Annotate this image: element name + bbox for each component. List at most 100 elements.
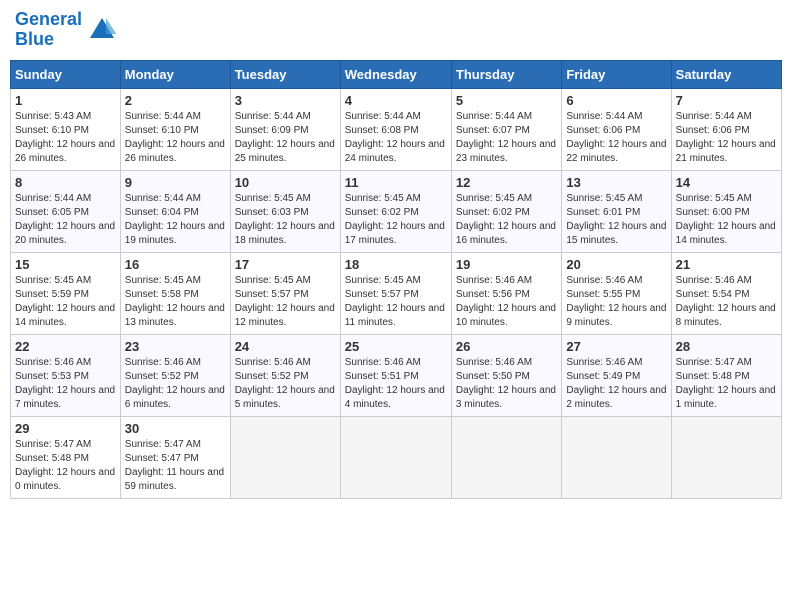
day-cell-8: 8 Sunrise: 5:44 AMSunset: 6:05 PMDaylight…: [11, 170, 121, 252]
day-num: 15: [15, 257, 116, 272]
day-info: Sunrise: 5:46 AMSunset: 5:52 PMDaylight:…: [125, 357, 225, 410]
day-num: 22: [15, 339, 116, 354]
day-cell-21: 21Sunrise: 5:46 AMSunset: 5:54 PMDayligh…: [671, 252, 781, 334]
weekday-header-sunday: Sunday: [11, 60, 121, 88]
day-cell-6: 6Sunrise: 5:44 AMSunset: 6:06 PMDaylight…: [562, 88, 671, 170]
day-info: Sunrise: 5:45 AMSunset: 5:57 PMDaylight:…: [235, 275, 335, 328]
day-info: Sunrise: 5:45 AMSunset: 5:57 PMDaylight:…: [345, 275, 445, 328]
day-num: 30: [125, 421, 226, 436]
day-num: 26: [456, 339, 557, 354]
day-cell-30: 30 Sunrise: 5:47 AMSunset: 5:47 PMDayligh…: [120, 416, 230, 498]
day-num: 10: [235, 175, 336, 190]
day-info: Sunrise: 5:45 AMSunset: 6:02 PMDaylight:…: [456, 193, 556, 246]
day-info: Sunrise: 5:46 AMSunset: 5:51 PMDaylight:…: [345, 357, 445, 410]
day-num: 25: [345, 339, 447, 354]
day-info: Sunrise: 5:47 AMSunset: 5:48 PMDaylight:…: [676, 357, 776, 410]
day-num: 4: [345, 93, 447, 108]
day-num: 2: [125, 93, 226, 108]
day-info: Sunrise: 5:43 AMSunset: 6:10 PMDaylight:…: [15, 111, 115, 164]
logo-general: General: [15, 9, 82, 29]
day-cell-15: 15 Sunrise: 5:45 AMSunset: 5:59 PMDayligh…: [11, 252, 121, 334]
empty-cell: [671, 416, 781, 498]
weekday-header-tuesday: Tuesday: [230, 60, 340, 88]
day-cell-7: 7 Sunrise: 5:44 AMSunset: 6:06 PMDaylight…: [671, 88, 781, 170]
day-num: 14: [676, 175, 777, 190]
day-info: Sunrise: 5:46 AMSunset: 5:52 PMDaylight:…: [235, 357, 335, 410]
day-cell-17: 17 Sunrise: 5:45 AMSunset: 5:57 PMDayligh…: [230, 252, 340, 334]
day-cell-16: 16 Sunrise: 5:45 AMSunset: 5:58 PMDayligh…: [120, 252, 230, 334]
day-info: Sunrise: 5:46 AMSunset: 5:56 PMDaylight:…: [456, 275, 556, 328]
day-cell-10: 10 Sunrise: 5:45 AMSunset: 6:03 PMDayligh…: [230, 170, 340, 252]
weekday-header-friday: Friday: [562, 60, 671, 88]
day-cell-1: 1 Sunrise: 5:43 AMSunset: 6:10 PMDaylight…: [11, 88, 121, 170]
day-cell-20: 20 Sunrise: 5:46 AMSunset: 5:55 PMDayligh…: [562, 252, 671, 334]
day-cell-13: 13 Sunrise: 5:45 AMSunset: 6:01 PMDayligh…: [562, 170, 671, 252]
day-info: Sunrise: 5:46 AMSunset: 5:49 PMDaylight:…: [566, 357, 666, 410]
day-cell-4: 4 Sunrise: 5:44 AMSunset: 6:08 PMDaylight…: [340, 88, 451, 170]
day-info: Sunrise: 5:44 AMSunset: 6:04 PMDaylight:…: [125, 193, 225, 246]
day-info: Sunrise: 5:44 AMSunset: 6:06 PMDaylight:…: [676, 111, 776, 164]
day-num: 12: [456, 175, 557, 190]
day-info: Sunrise: 5:45 AMSunset: 6:02 PMDaylight:…: [345, 193, 445, 246]
day-num: 8: [15, 175, 116, 190]
empty-cell: [562, 416, 671, 498]
day-cell-12: 12 Sunrise: 5:45 AMSunset: 6:02 PMDayligh…: [451, 170, 561, 252]
day-info: Sunrise: 5:44 AMSunset: 6:08 PMDaylight:…: [345, 111, 445, 164]
day-num: 6: [566, 93, 666, 108]
day-info: Sunrise: 5:45 AMSunset: 6:00 PMDaylight:…: [676, 193, 776, 246]
day-num: 19: [456, 257, 557, 272]
day-cell-28: 28 Sunrise: 5:47 AMSunset: 5:48 PMDayligh…: [671, 334, 781, 416]
day-num: 20: [566, 257, 666, 272]
day-info: Sunrise: 5:44 AMSunset: 6:05 PMDaylight:…: [15, 193, 115, 246]
day-num: 16: [125, 257, 226, 272]
day-info: Sunrise: 5:47 AMSunset: 5:47 PMDaylight:…: [125, 439, 224, 492]
weekday-header-thursday: Thursday: [451, 60, 561, 88]
day-num: 18: [345, 257, 447, 272]
day-num: 29: [15, 421, 116, 436]
day-cell-2: 2 Sunrise: 5:44 AMSunset: 6:10 PMDaylight…: [120, 88, 230, 170]
day-num: 23: [125, 339, 226, 354]
day-num: 28: [676, 339, 777, 354]
day-num: 3: [235, 93, 336, 108]
day-cell-19: 19 Sunrise: 5:46 AMSunset: 5:56 PMDayligh…: [451, 252, 561, 334]
day-cell-18: 18 Sunrise: 5:45 AMSunset: 5:57 PMDayligh…: [340, 252, 451, 334]
day-num: 24: [235, 339, 336, 354]
weekday-header-monday: Monday: [120, 60, 230, 88]
day-info: Sunrise: 5:46 AMSunset: 5:53 PMDaylight:…: [15, 357, 115, 410]
day-info: Sunrise: 5:46 AMSunset: 5:50 PMDaylight:…: [456, 357, 556, 410]
day-num: 11: [345, 175, 447, 190]
day-num: 27: [566, 339, 666, 354]
day-num: 5: [456, 93, 557, 108]
page-header: General Blue: [10, 10, 782, 50]
day-cell-3: 3 Sunrise: 5:44 AMSunset: 6:09 PMDaylight…: [230, 88, 340, 170]
day-num: 1: [15, 93, 116, 108]
day-num: 7: [676, 93, 777, 108]
day-info: Sunrise: 5:45 AMSunset: 5:58 PMDaylight:…: [125, 275, 225, 328]
logo-text: General Blue: [15, 10, 82, 50]
day-info: Sunrise: 5:46 AMSunset: 5:54 PMDaylight:…: [676, 275, 776, 328]
day-info: Sunrise: 5:44 AMSunset: 6:09 PMDaylight:…: [235, 111, 335, 164]
day-num: 13: [566, 175, 666, 190]
day-info: Sunrise: 5:44 AMSunset: 6:10 PMDaylight:…: [125, 111, 225, 164]
day-info: Sunrise: 5:46 AMSunset: 5:55 PMDaylight:…: [566, 275, 666, 328]
day-cell-9: 9Sunrise: 5:44 AMSunset: 6:04 PMDaylight…: [120, 170, 230, 252]
day-cell-27: 27 Sunrise: 5:46 AMSunset: 5:49 PMDayligh…: [562, 334, 671, 416]
day-cell-26: 26 Sunrise: 5:46 AMSunset: 5:50 PMDayligh…: [451, 334, 561, 416]
day-info: Sunrise: 5:47 AMSunset: 5:48 PMDaylight:…: [15, 439, 115, 492]
empty-cell: [340, 416, 451, 498]
logo-icon: [86, 14, 118, 46]
day-cell-22: 22 Sunrise: 5:46 AMSunset: 5:53 PMDayligh…: [11, 334, 121, 416]
day-cell-11: 11 Sunrise: 5:45 AMSunset: 6:02 PMDayligh…: [340, 170, 451, 252]
day-cell-29: 29 Sunrise: 5:47 AMSunset: 5:48 PMDayligh…: [11, 416, 121, 498]
empty-cell: [230, 416, 340, 498]
day-cell-23: 23 Sunrise: 5:46 AMSunset: 5:52 PMDayligh…: [120, 334, 230, 416]
day-info: Sunrise: 5:45 AMSunset: 6:03 PMDaylight:…: [235, 193, 335, 246]
day-info: Sunrise: 5:45 AMSunset: 6:01 PMDaylight:…: [566, 193, 666, 246]
day-cell-14: 14 Sunrise: 5:45 AMSunset: 6:00 PMDayligh…: [671, 170, 781, 252]
day-num: 17: [235, 257, 336, 272]
day-cell-24: 24 Sunrise: 5:46 AMSunset: 5:52 PMDayligh…: [230, 334, 340, 416]
calendar-table: SundayMondayTuesdayWednesdayThursdayFrid…: [10, 60, 782, 499]
day-info: Sunrise: 5:45 AMSunset: 5:59 PMDaylight:…: [15, 275, 115, 328]
weekday-header-saturday: Saturday: [671, 60, 781, 88]
empty-cell: [451, 416, 561, 498]
